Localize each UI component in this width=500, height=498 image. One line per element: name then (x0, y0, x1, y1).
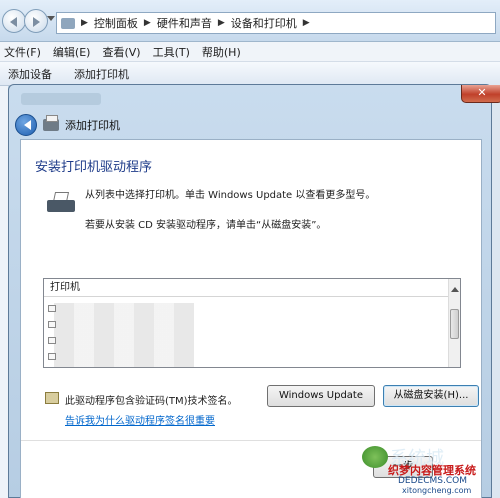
dialog-header: 添加打印机 (13, 111, 489, 139)
menu-tools[interactable]: 工具(T) (153, 44, 190, 60)
signature-help-link[interactable]: 告诉我为什么驱动程序签名很重要 (65, 412, 215, 427)
page-title: 安装打印机驱动程序 (35, 160, 153, 175)
close-icon: ✕ (477, 86, 487, 99)
explorer-titlebar: ▶ 控制面板 ▶ 硬件和声音 ▶ 设备和打印机 ▶ (0, 0, 500, 42)
blurred-list-items (54, 303, 194, 367)
control-panel-icon (61, 17, 75, 29)
list-item[interactable] (48, 353, 56, 360)
list-item[interactable] (48, 321, 56, 328)
list-item[interactable] (48, 305, 56, 312)
chevron-right-icon[interactable]: ▶ (144, 18, 151, 28)
printer-icon (47, 192, 75, 214)
chevron-down-icon[interactable] (47, 16, 55, 25)
list-column-header[interactable]: 打印机 (44, 279, 448, 297)
certificate-icon (45, 392, 59, 404)
windows-update-button[interactable]: Windows Update (267, 385, 375, 407)
command-bar: 添加设备 添加打印机 (0, 62, 500, 86)
printer-list[interactable]: 打印机 (43, 278, 461, 368)
printer-body (47, 200, 75, 212)
divider (21, 440, 481, 441)
menu-view[interactable]: 查看(V) (102, 44, 140, 60)
breadcrumb-hardware-sound[interactable]: 硬件和声音 (157, 15, 212, 31)
list-item[interactable] (48, 337, 56, 344)
explorer-forward-button[interactable] (24, 9, 48, 33)
watermark-logo-icon (362, 446, 388, 468)
watermark: 系统城 织梦内容管理系统 DEDECMS.COM xitongcheng.com (362, 444, 496, 495)
list-scrollbar[interactable] (448, 279, 460, 367)
scroll-thumb[interactable] (450, 309, 459, 339)
back-button[interactable] (15, 114, 37, 136)
explorer-side-strip (0, 86, 8, 498)
breadcrumb-control-panel[interactable]: 控制面板 (94, 15, 138, 31)
chevron-right-icon[interactable]: ▶ (81, 18, 88, 28)
instruction-text: 从列表中选择打印机。单击 Windows Update 以查看更多型号。 (85, 190, 376, 201)
address-bar[interactable]: ▶ 控制面板 ▶ 硬件和声音 ▶ 设备和打印机 ▶ (56, 12, 496, 34)
chevron-right-icon[interactable]: ▶ (218, 18, 225, 28)
watermark-url: DEDECMS.COM (398, 476, 467, 486)
add-printer-dialog: ✕ 添加打印机 安装打印机驱动程序 从列表中选择打印机。单击 Windows U… (8, 84, 500, 498)
menu-bar: 文件(F) 编辑(E) 查看(V) 工具(T) 帮助(H) (0, 42, 500, 62)
scroll-up-icon[interactable] (451, 283, 459, 292)
printer-icon (43, 115, 59, 131)
instruction-text-cd: 若要从安装 CD 安装驱动程序，请单击“从磁盘安装”。 (85, 220, 327, 231)
blurred-title-area (21, 93, 101, 105)
signature-text: 此驱动程序包含验证码(TM)技术签名。 (65, 396, 238, 407)
explorer-side-strip-right (492, 86, 500, 498)
menu-help[interactable]: 帮助(H) (202, 44, 241, 60)
menu-edit[interactable]: 编辑(E) (53, 44, 91, 60)
breadcrumb-devices-printers[interactable]: 设备和打印机 (231, 15, 297, 31)
chevron-right-icon[interactable]: ▶ (303, 18, 310, 28)
add-device-button[interactable]: 添加设备 (8, 66, 52, 82)
watermark-url-2: xitongcheng.com (402, 486, 472, 495)
add-printer-button[interactable]: 添加打印机 (74, 66, 129, 82)
menu-file[interactable]: 文件(F) (4, 44, 41, 60)
have-disk-button[interactable]: 从磁盘安装(H)... (383, 385, 479, 407)
close-button[interactable]: ✕ (461, 85, 500, 103)
dialog-title: 添加打印机 (65, 119, 120, 132)
explorer-back-button[interactable] (2, 9, 26, 33)
